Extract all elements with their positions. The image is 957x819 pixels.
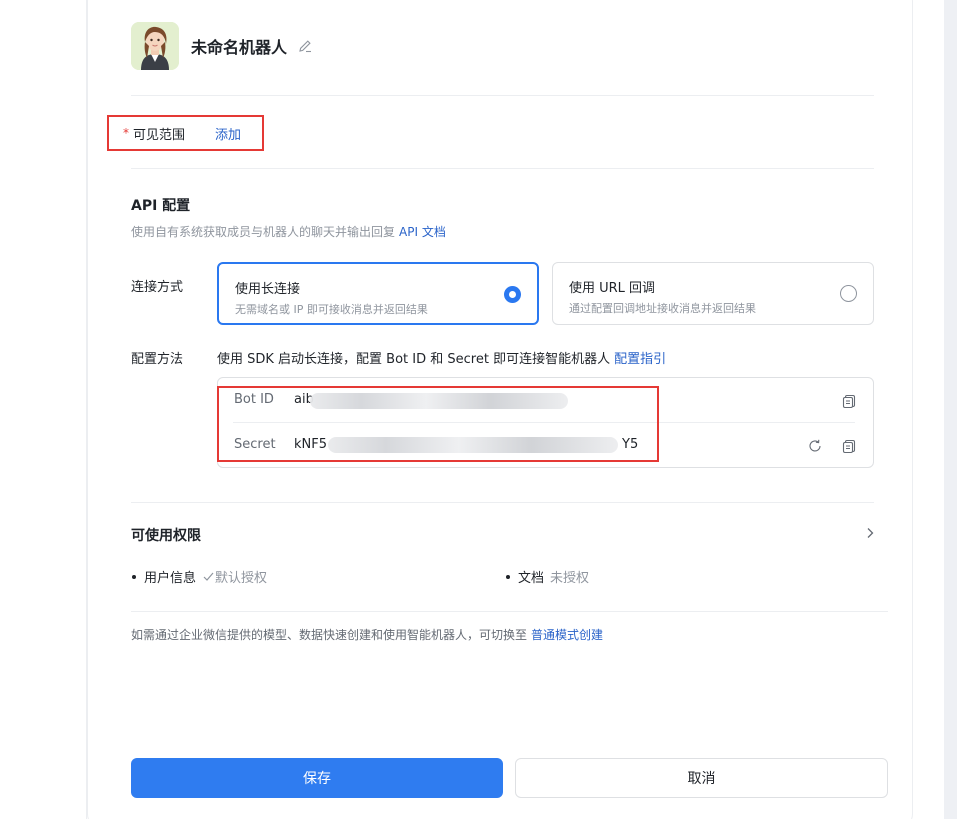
permission-status: 默认授权 <box>202 567 267 586</box>
option-title: 使用 URL 回调 <box>569 281 656 296</box>
option-long-connection[interactable]: 使用长连接 无需域名或 IP 即可接收消息并返回结果 <box>217 262 539 325</box>
edit-name-icon[interactable] <box>297 38 313 54</box>
option-subtitle: 无需域名或 IP 即可接收消息并返回结果 <box>235 303 428 316</box>
permission-status-text: 默认授权 <box>215 571 268 586</box>
mode-switch-note: 如需通过企业微信提供的模型、数据快速创建和使用智能机器人，可切换至 普通模式创建 <box>131 626 603 643</box>
permissions-title: 可使用权限 <box>131 528 201 544</box>
visible-scope-label: 可见范围 <box>133 127 186 143</box>
api-doc-link[interactable]: API 文档 <box>399 225 446 239</box>
api-config-description: 使用自有系统获取成员与机器人的聊天并输出回复 API 文档 <box>131 223 446 240</box>
required-mark: * <box>123 126 129 140</box>
refresh-secret-icon[interactable] <box>807 438 823 454</box>
option-url-callback[interactable]: 使用 URL 回调 通过配置回调地址接收消息并返回结果 <box>552 262 874 325</box>
option-title: 使用长连接 <box>235 282 301 297</box>
chevron-right-icon[interactable] <box>863 526 877 540</box>
permission-user-info: 用户信息 默认授权 <box>132 567 267 586</box>
scope-divider <box>131 168 874 169</box>
permission-status-text: 未授权 <box>550 571 590 586</box>
normal-mode-link[interactable]: 普通模式创建 <box>531 628 603 642</box>
config-method-label: 配置方法 <box>131 352 184 367</box>
api-config-title: API 配置 <box>131 198 191 214</box>
permission-name: 用户信息 <box>144 571 197 586</box>
api-description-text: 使用自有系统获取成员与机器人的聊天并输出回复 <box>131 225 396 239</box>
connection-method-label: 连接方式 <box>131 280 184 295</box>
visible-scope-row: * 可见范围 添加 <box>107 115 264 151</box>
bot-name: 未命名机器人 <box>191 38 288 57</box>
avatar-image <box>131 22 179 70</box>
save-button[interactable]: 保存 <box>131 758 503 798</box>
radio-unselected[interactable] <box>840 285 857 302</box>
cancel-button[interactable]: 取消 <box>515 758 888 798</box>
add-scope-link[interactable]: 添加 <box>215 124 241 143</box>
config-text: 使用 SDK 启动长连接，配置 Bot ID 和 Secret 即可连接智能机器… <box>217 352 611 367</box>
option-subtitle: 通过配置回调地址接收消息并返回结果 <box>569 302 756 315</box>
config-guide-link[interactable]: 配置指引 <box>614 352 666 367</box>
config-instructions: 使用 SDK 启动长连接，配置 Bot ID 和 Secret 即可连接智能机器… <box>217 348 666 367</box>
credentials-highlight-box <box>217 386 659 462</box>
check-icon <box>203 572 214 581</box>
permissions-divider <box>131 611 888 612</box>
radio-selected[interactable] <box>504 286 521 303</box>
mode-switch-text: 如需通过企业微信提供的模型、数据快速创建和使用智能机器人，可切换至 <box>131 628 528 642</box>
header-divider <box>131 95 874 96</box>
permission-docs: 文档 未授权 <box>506 567 589 586</box>
copy-secret-icon[interactable] <box>841 438 857 454</box>
api-divider <box>131 502 874 503</box>
bullet-dot <box>132 574 136 579</box>
bullet-dot <box>506 574 510 579</box>
permission-name: 文档 <box>518 571 545 586</box>
bot-header: 未命名机器人 <box>131 22 313 70</box>
copy-bot-id-icon[interactable] <box>841 393 857 409</box>
right-scroll-area <box>944 0 957 819</box>
bot-avatar[interactable] <box>131 22 179 70</box>
